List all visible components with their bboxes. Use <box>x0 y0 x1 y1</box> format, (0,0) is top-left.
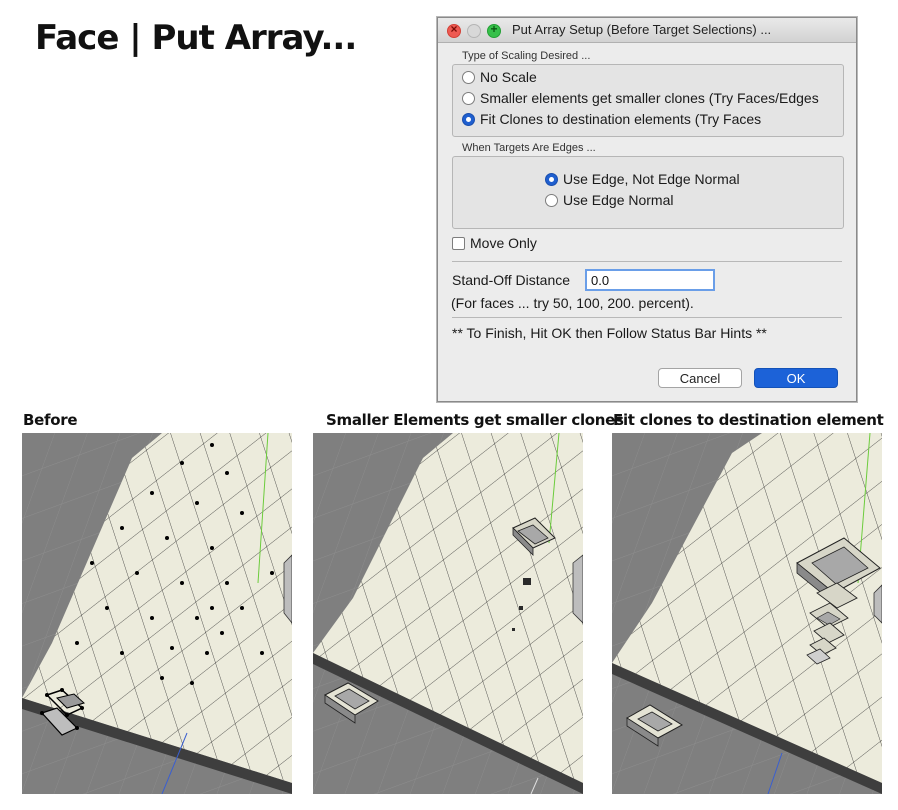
cancel-button[interactable]: Cancel <box>658 368 742 388</box>
radio-button-selected[interactable] <box>545 172 558 186</box>
page-heading: Face | Put Array... <box>35 18 357 58</box>
put-array-setup-dialog: × + Put Array Setup (Before Target Selec… <box>437 17 857 402</box>
close-icon[interactable]: × <box>447 22 461 38</box>
caption-before: Before <box>23 411 78 429</box>
viewport-before[interactable] <box>22 433 292 794</box>
ok-button[interactable]: OK <box>754 368 838 388</box>
dialog-title: Put Array Setup (Before Target Selection… <box>512 22 772 37</box>
divider <box>452 261 842 262</box>
radio-button[interactable] <box>462 91 475 105</box>
radio-label: Smaller elements get smaller clones (Try… <box>480 90 819 106</box>
radio-fit-clones[interactable]: Fit Clones to destination elements (Try … <box>462 111 761 127</box>
checkbox[interactable] <box>452 236 465 250</box>
radio-use-edge-normal[interactable]: Use Edge Normal <box>545 192 674 208</box>
radio-label: Use Edge, Not Edge Normal <box>563 171 740 187</box>
radio-label: Fit Clones to destination elements (Try … <box>480 111 762 127</box>
move-only-checkbox[interactable]: Move Only <box>452 235 537 251</box>
side-block <box>283 554 292 624</box>
radio-button-selected[interactable] <box>462 112 475 126</box>
finish-hint: ** To Finish, Hit OK then Follow Status … <box>452 325 767 341</box>
radio-button[interactable] <box>462 70 475 84</box>
viewport-fit-clones[interactable] <box>612 433 882 794</box>
minimize-icon <box>467 24 481 38</box>
zoom-icon[interactable]: + <box>487 22 501 38</box>
radio-label: Use Edge Normal <box>563 192 674 208</box>
standoff-label: Stand-Off Distance <box>452 272 571 288</box>
standoff-distance-input[interactable]: 0.0 <box>585 269 715 291</box>
radio-button[interactable] <box>545 193 558 207</box>
scaling-group-label: Type of Scaling Desired ... <box>462 50 591 62</box>
radio-smaller-clones[interactable]: Smaller elements get smaller clones (Try… <box>462 90 826 106</box>
divider <box>452 317 842 318</box>
radio-no-scale[interactable]: No Scale <box>462 69 537 85</box>
caption-fit-clones: Fit clones to destination element <box>613 411 884 429</box>
caption-smaller-clones: Smaller Elements get smaller clones <box>326 411 624 429</box>
radio-label: No Scale <box>480 69 537 85</box>
edges-group-label: When Targets Are Edges ... <box>462 142 596 154</box>
checkbox-label: Move Only <box>470 235 537 251</box>
faces-hint: (For faces ... try 50, 100, 200. percent… <box>451 295 694 311</box>
dialog-titlebar[interactable]: × + Put Array Setup (Before Target Selec… <box>438 18 856 43</box>
radio-use-edge[interactable]: Use Edge, Not Edge Normal <box>545 171 740 187</box>
viewport-smaller-clones[interactable] <box>313 433 583 794</box>
side-block <box>572 554 583 624</box>
